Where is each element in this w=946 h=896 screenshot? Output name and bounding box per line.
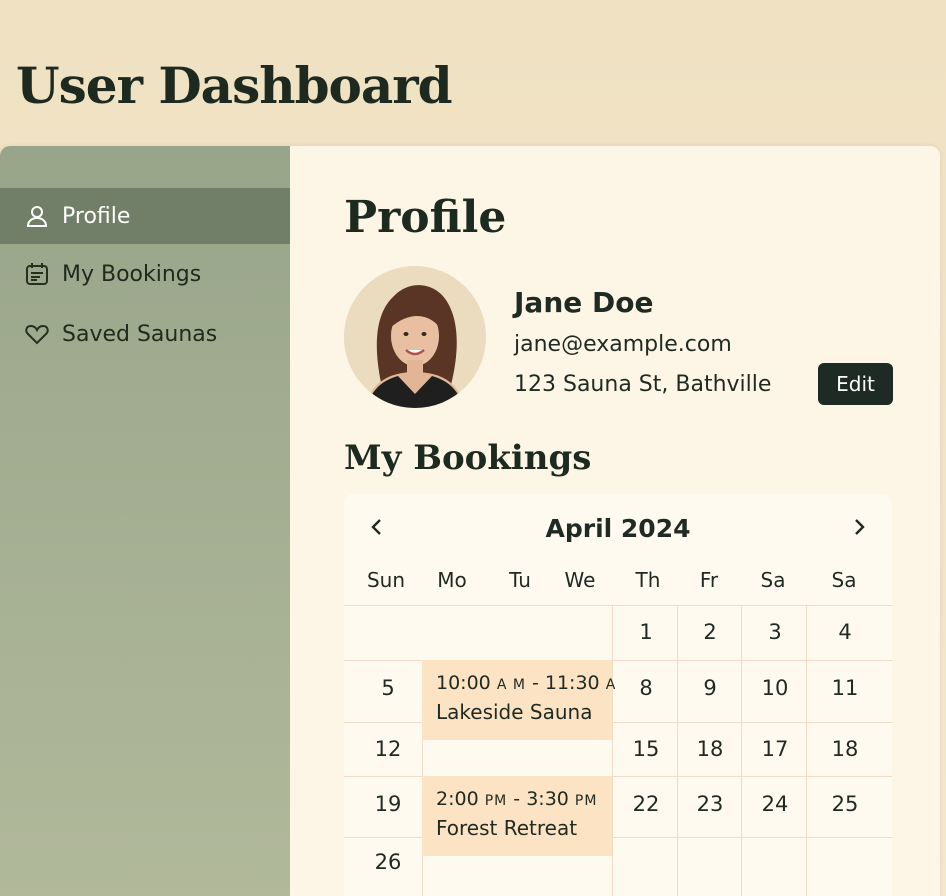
weekday-label: Sun (366, 568, 406, 592)
calendar-day[interactable]: 19 (356, 792, 420, 816)
sidebar-item-label: Saved Saunas (62, 321, 218, 347)
edit-profile-button[interactable]: Edit (818, 363, 893, 405)
sidebar: Profile My Bookings Saved Saunas (0, 146, 290, 896)
profile-section-title: Profile (344, 192, 507, 243)
sidebar-item-profile[interactable]: Profile (0, 188, 290, 244)
weekday-label: We (564, 568, 596, 592)
calendar-day[interactable]: 2 (678, 620, 742, 644)
calendar-day[interactable]: 10 (743, 676, 807, 700)
calendar-day[interactable]: 26 (356, 850, 420, 874)
calendar-header: April 2024 (344, 494, 892, 564)
event-time: 10:00 A M - 11:30 A (436, 672, 617, 694)
grid-line (612, 605, 613, 896)
user-icon (24, 203, 50, 229)
calendar-day[interactable]: 17 (743, 737, 807, 761)
calendar-icon (24, 261, 50, 287)
sidebar-item-label: My Bookings (62, 261, 202, 287)
sidebar-item-my-bookings[interactable]: My Bookings (0, 246, 290, 302)
calendar-day[interactable]: 18 (678, 737, 742, 761)
bookings-section-title: My Bookings (344, 438, 592, 478)
event-location: Forest Retreat (436, 816, 578, 840)
weekday-label: Fr (699, 568, 719, 592)
user-email: jane@example.com (514, 332, 732, 357)
user-address: 123 Sauna St, Bathville (514, 372, 772, 397)
calendar-day[interactable]: 22 (614, 792, 678, 816)
weekday-label: Sa (831, 568, 857, 592)
grid-line (344, 605, 892, 606)
weekday-label: Sa (760, 568, 786, 592)
booking-event[interactable]: 10:00 A M - 11:30 A Lakeside Sauna (422, 660, 617, 740)
calendar-day[interactable]: 12 (356, 737, 420, 761)
calendar-day[interactable]: 25 (813, 792, 877, 816)
event-time: 2:00 PM - 3:30 PM (436, 788, 598, 810)
booking-calendar: April 2024 Sun Mo Tu We Th Fr Sa Sa 1 2 … (344, 494, 892, 896)
page-title: User Dashboard (16, 56, 453, 115)
calendar-day[interactable]: 5 (356, 676, 420, 700)
calendar-day[interactable]: 24 (743, 792, 807, 816)
calendar-day[interactable]: 11 (813, 676, 877, 700)
avatar (344, 266, 486, 408)
event-location: Lakeside Sauna (436, 700, 593, 724)
weekday-label: Tu (509, 568, 531, 592)
booking-event[interactable]: 2:00 PM - 3:30 PM Forest Retreat (422, 776, 612, 856)
calendar-day[interactable]: 9 (678, 676, 742, 700)
calendar-day[interactable]: 8 (614, 676, 678, 700)
calendar-day[interactable]: 18 (813, 737, 877, 761)
calendar-day[interactable]: 4 (813, 620, 877, 644)
calendar-month-label: April 2024 (545, 514, 691, 543)
calendar-day[interactable]: 15 (614, 737, 678, 761)
main-content: Profile Jane Doe jane@example.com 123 Sa… (290, 146, 940, 896)
sidebar-item-saved-saunas[interactable]: Saved Saunas (0, 306, 290, 362)
heart-icon (24, 321, 50, 347)
calendar-day[interactable]: 23 (678, 792, 742, 816)
calendar-day[interactable]: 1 (614, 620, 678, 644)
dashboard-panel: Profile My Bookings Saved Saunas Profile… (0, 146, 940, 896)
weekday-label: Mo (437, 568, 467, 592)
sidebar-item-label: Profile (62, 203, 131, 229)
weekday-label: Th (635, 568, 661, 592)
user-name: Jane Doe (514, 286, 654, 319)
chevron-right-icon[interactable] (846, 514, 872, 540)
calendar-day[interactable]: 3 (743, 620, 807, 644)
